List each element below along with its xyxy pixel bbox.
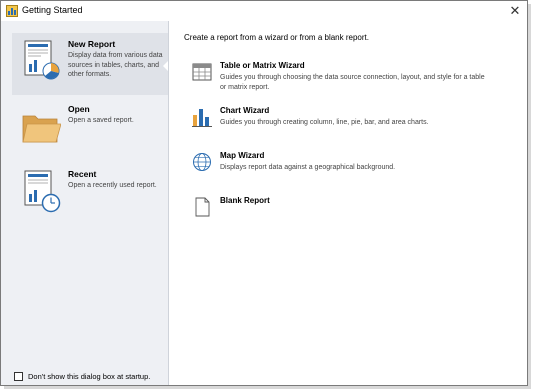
wizard-description: Guides you through creating column, line… (220, 119, 429, 126)
sidebar-item-title: New Report (68, 39, 116, 49)
map-wizard[interactable]: Map Wizard Displays report data against … (191, 151, 491, 187)
sidebar-item-new-report[interactable]: New Report Display data from various dat… (12, 33, 168, 95)
sidebar-item-description: Open a saved report. (68, 117, 134, 124)
dont-show-checkbox[interactable] (14, 372, 23, 381)
chart-icon (192, 109, 212, 127)
main-panel: Create a report from a wizard or from a … (169, 21, 527, 385)
sidebar-item-recent[interactable]: Recent Open a recently used report. (12, 163, 168, 225)
blank-report[interactable]: Blank Report (191, 196, 491, 232)
wizard-description: Displays report data against a geographi… (220, 164, 396, 171)
wizard-description: Guides you through choosing the data sou… (220, 74, 485, 91)
window-title: Getting Started (22, 5, 83, 15)
sidebar-item-description: Display data from various data sources i… (68, 52, 163, 78)
wizard-title: Blank Report (220, 196, 270, 205)
new-report-icon (24, 40, 60, 80)
sidebar-item-description: Open a recently used report. (68, 182, 157, 189)
blank-page-icon (195, 197, 210, 217)
wizard-title: Chart Wizard (220, 106, 270, 115)
globe-icon (193, 153, 211, 171)
recent-report-icon (24, 170, 61, 213)
table-icon (192, 63, 212, 81)
getting-started-dialog: Getting Started ✕ New Report Display dat… (0, 0, 528, 386)
sidebar-item-open[interactable]: Open Open a saved report. (12, 98, 168, 160)
report-builder-app-icon (6, 5, 18, 17)
table-matrix-wizard[interactable]: Table or Matrix Wizard Guides you throug… (191, 61, 491, 97)
startup-checkbox-row[interactable]: Don't show this dialog box at startup. (14, 372, 150, 381)
sidebar-item-title: Open (68, 104, 90, 114)
wizard-title: Table or Matrix Wizard (220, 61, 305, 70)
checkbox-label: Don't show this dialog box at startup. (28, 372, 151, 381)
close-icon: ✕ (509, 3, 521, 18)
sidebar-item-title: Recent (68, 169, 97, 179)
intro-text: Create a report from a wizard or from a … (184, 33, 369, 42)
close-button[interactable]: ✕ (507, 3, 523, 19)
wizard-title: Map Wizard (220, 151, 265, 160)
folder-icon (22, 115, 61, 143)
selection-arrow (163, 61, 168, 71)
sidebar: New Report Display data from various dat… (1, 21, 169, 385)
chart-wizard[interactable]: Chart Wizard Guides you through creating… (191, 106, 491, 142)
title-bar: Getting Started ✕ (1, 1, 527, 21)
